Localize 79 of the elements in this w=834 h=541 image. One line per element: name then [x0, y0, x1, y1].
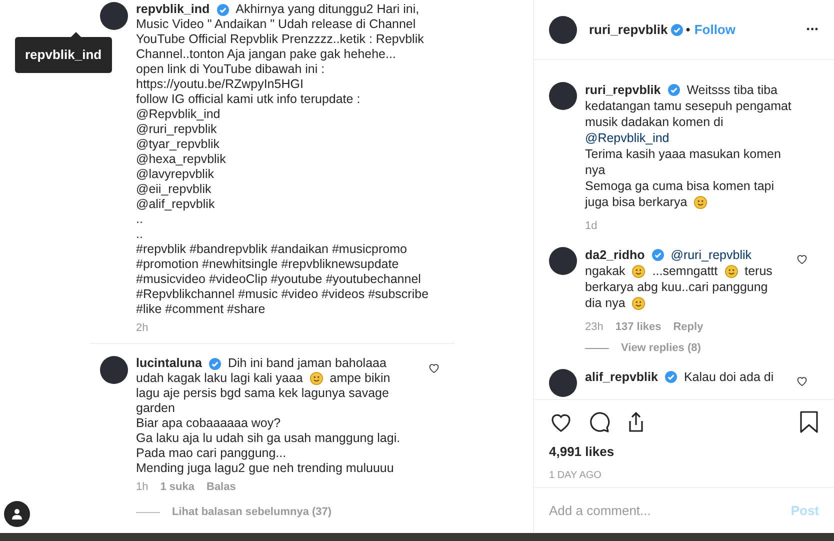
comment-time: 1h — [136, 481, 148, 494]
comment-text: #Repvblikchannel #music #video #videos #subscribe — [136, 287, 429, 302]
comment-time: 1d — [585, 220, 598, 233]
emoji-icon — [694, 196, 708, 208]
comment-text: @Repvblik_ind — [136, 107, 220, 122]
comment-text: Biar apa cobaaaaaa woy? — [136, 416, 281, 431]
comment-text: garden — [136, 401, 175, 416]
comment-text: @tyar_repvblik — [136, 137, 220, 152]
emoji-icon — [632, 264, 646, 278]
comment-text: dia nya — [585, 295, 626, 311]
comment-text: Music Video " Andaikan " Udah release di Channel — [136, 17, 416, 32]
comment-text: juga bisa berkarya — [585, 194, 688, 210]
heart-icon[interactable] — [796, 253, 808, 265]
comment-text: #musicvideo #videoClip #youtube #youtubechannel — [136, 272, 421, 287]
comment-text: open link di YouTube dibawah ini : — [136, 62, 325, 77]
comment-time: 2h — [136, 322, 148, 335]
separator-dot: • — [686, 20, 690, 39]
heart-icon[interactable] — [796, 375, 808, 387]
avatar-photo[interactable] — [549, 16, 577, 44]
comment-text: #repvblik #bandrepvblik #andaikan #musicpromo — [136, 242, 407, 257]
comment-text: berkarya abg kuu..cari panggung — [585, 279, 768, 295]
comment-text: Channel..tonton Aja jangan pake gak hehehe... — [136, 47, 396, 62]
heart-icon[interactable] — [428, 362, 440, 374]
comment-text: Ga laku aja lu udah sih ga usah manggung lagi. — [136, 431, 400, 446]
post-time: 1 DAY AGO — [549, 468, 602, 482]
comment-username[interactable]: repvblik_ind — [136, 2, 210, 17]
more-options-button[interactable]: ••• — [806, 22, 819, 36]
person-icon — [11, 508, 23, 520]
comment-text: Mending juga lagu2 gue neh trending muluuuu — [136, 461, 394, 476]
comment-text: udah kagak laku lagi kali yaaa — [136, 371, 303, 386]
comment-text: @lavyrepvblik — [136, 167, 214, 182]
comment-time: 23h — [585, 321, 604, 334]
comment-text: terus — [744, 263, 772, 279]
comment-text: nya — [585, 162, 606, 178]
comment-text: Kalau doi ada di — [684, 369, 774, 385]
username-tooltip: repvblik_ind — [15, 37, 112, 72]
comment-text: ampe bikin — [330, 371, 390, 386]
comment-text: https://youtu.be/RZwpyIn5HGI — [136, 77, 304, 92]
comment-username[interactable]: lucintaluna — [136, 356, 202, 371]
avatar-photo[interactable] — [549, 82, 577, 110]
comment-username[interactable]: alif_repvblik — [585, 369, 658, 385]
comment-text: ngakak — [585, 263, 626, 279]
comment-text: Dih ini band jaman baholaaa — [228, 356, 386, 371]
comment-text: @hexa_repvblik — [136, 152, 226, 167]
emoji-icon — [724, 264, 738, 278]
avatar-photo[interactable] — [100, 356, 128, 384]
comment-input-field[interactable]: Add a comment... — [549, 500, 791, 520]
comment-text: musik dadakan komen di — [585, 114, 724, 130]
comment-text: kedatangan tamu sesepuh pengamat — [585, 98, 792, 114]
comment-text: Terima kasih yaaa masukan komen — [585, 146, 781, 162]
comment-text: ...semngattt — [652, 263, 718, 279]
comment-text: .. — [136, 227, 143, 242]
profile-button[interactable] — [4, 501, 30, 527]
mention-link[interactable]: @ruri_repvblik — [670, 247, 752, 263]
avatar-photo[interactable] — [549, 247, 577, 275]
comment-username[interactable]: da2_ridho — [585, 247, 645, 263]
comment-text: Akhirnya yang ditunggu2 Hari ini, — [236, 2, 420, 17]
comment-text: @ruri_repvblik — [136, 122, 217, 137]
comment-text: Weitsss tiba tiba — [686, 82, 778, 98]
comment-text: Pada mao cari panggung... — [136, 446, 286, 461]
avatar-photo[interactable] — [100, 2, 128, 30]
comment-text: .. — [136, 212, 143, 227]
emoji-icon — [632, 296, 646, 310]
comment-username[interactable]: ruri_repvblik — [585, 82, 661, 98]
bookmark-icon[interactable] — [799, 410, 819, 434]
comment-icon[interactable] — [587, 410, 611, 434]
comment-text: lagu aje persis bgd sama kek lagunya savage — [136, 386, 389, 401]
likes-count[interactable]: 4,991 likes — [549, 442, 819, 462]
comment-text: follow IG official kami utk info terupdate : — [136, 92, 360, 107]
comment-text: @alif_repvblik — [136, 197, 215, 212]
comment-text: @eii_repvblik — [136, 182, 212, 197]
post-username[interactable]: ruri_repvblik — [589, 20, 668, 40]
mention-link[interactable]: @Repvblik_ind — [585, 130, 670, 146]
comment-text: #promotion #newhitsingle #repvbliknewsupdate — [136, 257, 399, 272]
avatar-photo[interactable] — [549, 369, 577, 397]
comment-text: Semoga ga cuma bisa komen tapi — [585, 178, 774, 194]
comment-text: YouTube Official Repvblik Prenzzzz..ketik : Repvblik — [136, 32, 424, 47]
comment-text: #like #comment #share — [136, 302, 266, 317]
emoji-icon — [310, 372, 323, 385]
